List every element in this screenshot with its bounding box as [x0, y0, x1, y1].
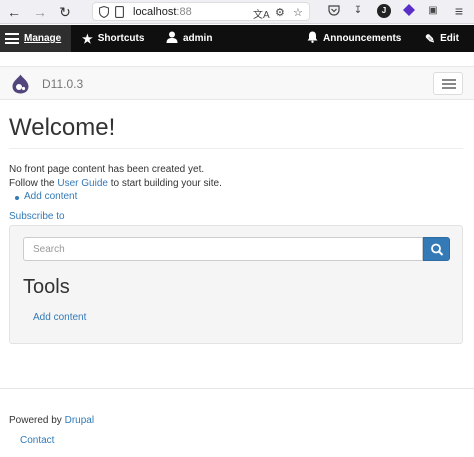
page-title: Welcome! — [9, 114, 116, 141]
download-icon[interactable]: ↧ — [351, 4, 365, 18]
search-icon — [431, 243, 444, 256]
toolbar-user[interactable]: admin — [166, 25, 212, 52]
add-content-link[interactable]: Add content — [24, 191, 77, 202]
toolbar-manage[interactable]: Manage — [0, 25, 71, 52]
subscribe-link[interactable]: Subscribe to — [9, 211, 65, 222]
footer-divider — [0, 388, 474, 389]
search-input[interactable] — [23, 237, 423, 261]
bug-icon[interactable]: ⚙ — [275, 6, 285, 19]
user-guide-link[interactable]: User Guide — [57, 178, 108, 189]
powered-by-text: Powered by Drupal — [9, 415, 95, 426]
tools-add-content-link[interactable]: Add content — [33, 312, 86, 323]
extension-diamond-icon[interactable] — [402, 4, 416, 18]
tools-heading: Tools — [23, 276, 70, 298]
extensions-puzzle-icon[interactable]: ▣ — [426, 4, 440, 18]
drupal-link[interactable]: Drupal — [65, 415, 94, 426]
contact-link[interactable]: Contact — [20, 435, 54, 446]
toolbar-announcements-label: Announcements — [323, 33, 402, 44]
list-item: Add content — [24, 191, 77, 202]
address-bar[interactable]: localhost:88 文A ⚙ ☆ — [92, 2, 310, 21]
browser-toolbar: ← → ↻ localhost:88 文A ⚙ ☆ ↧ J ▣ ≡ — [0, 0, 474, 24]
star-icon: ★ — [82, 31, 93, 46]
subscribe-text: Subscribe to — [9, 211, 65, 222]
bookmark-star-icon[interactable]: ☆ — [293, 6, 303, 19]
toolbar-user-label: admin — [183, 33, 213, 44]
menu-icon[interactable]: ≡ — [452, 4, 466, 18]
title-divider — [9, 148, 463, 149]
no-content-text: No front page content has been created y… — [9, 164, 205, 175]
toolbar-manage-label: Manage — [24, 33, 62, 44]
url-text: localhost:88 — [133, 6, 192, 18]
hamburger-icon — [5, 33, 19, 44]
toolbar-edit-label: Edit — [440, 33, 459, 44]
sidebar-well: Tools Add content — [9, 225, 463, 344]
drupal-logo-icon[interactable] — [11, 74, 30, 94]
reload-icon[interactable]: ↻ — [56, 3, 74, 21]
toolbar-edit[interactable]: ✎ Edit — [425, 25, 459, 52]
site-navbar: D11.0.3 — [0, 66, 474, 100]
user-icon — [166, 31, 178, 46]
back-icon[interactable]: ← — [5, 3, 23, 21]
pencil-icon: ✎ — [425, 31, 436, 46]
translate-icon[interactable]: 文A — [253, 6, 270, 21]
extension-j-icon[interactable]: J — [377, 4, 391, 18]
page-info-icon[interactable] — [115, 6, 124, 21]
toolbar-announcements[interactable]: Announcements — [307, 25, 401, 52]
footer-menu-item: Contact — [20, 435, 54, 446]
pocket-icon[interactable] — [327, 4, 341, 18]
site-name[interactable]: D11.0.3 — [42, 77, 83, 91]
list-bullet — [15, 196, 19, 200]
toolbar-shortcuts-label: Shortcuts — [97, 33, 145, 44]
navbar-toggle-button[interactable] — [433, 72, 463, 95]
search-button[interactable] — [423, 237, 450, 261]
bell-icon — [307, 31, 318, 46]
shield-icon[interactable] — [98, 5, 110, 21]
follow-guide-text: Follow the User Guide to start building … — [9, 178, 222, 189]
forward-icon[interactable]: → — [31, 3, 49, 21]
toolbar-shortcuts[interactable]: ★ Shortcuts — [82, 25, 144, 52]
admin-toolbar: Manage ★ Shortcuts admin Announcements ✎… — [0, 25, 474, 52]
